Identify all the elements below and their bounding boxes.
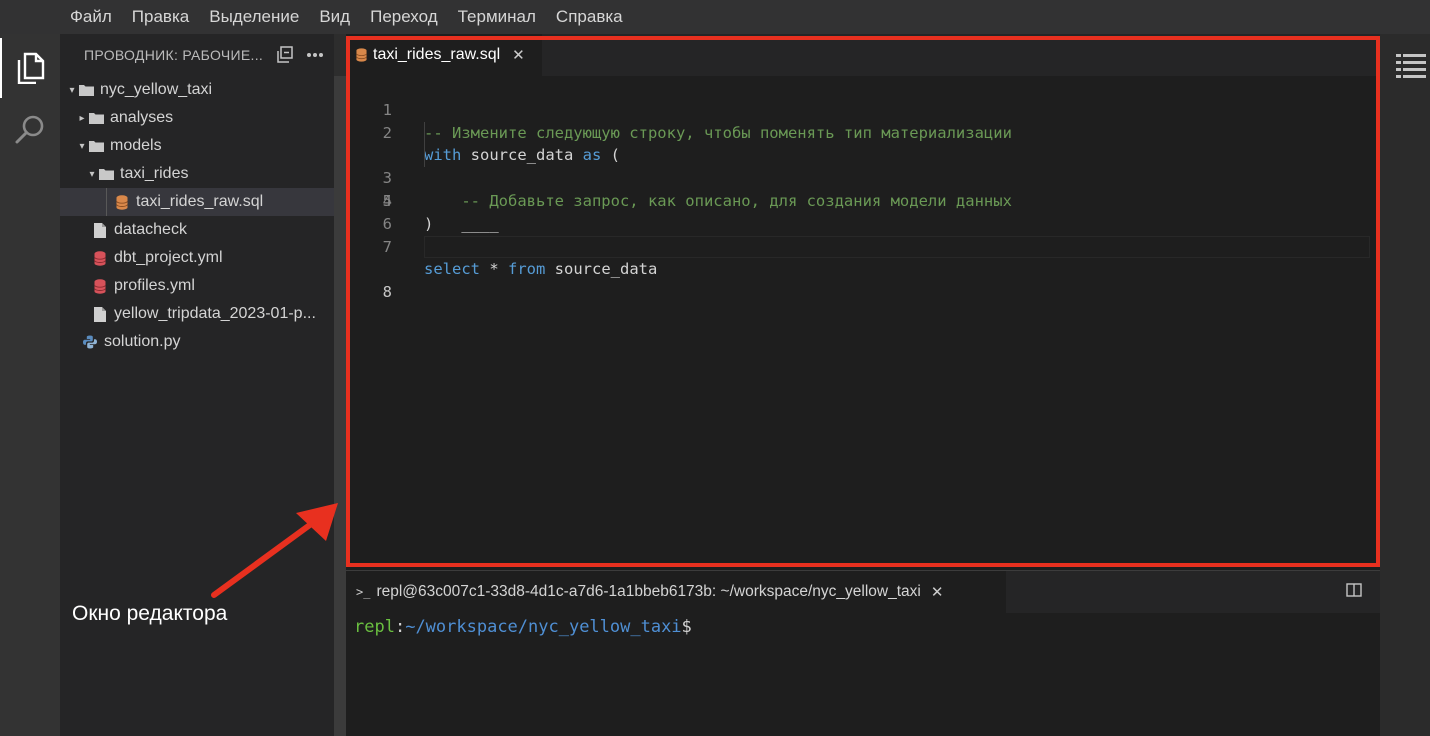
code-text: * (480, 260, 508, 279)
code-line: 3 -- Добавьте запрос, как описано, для с… (346, 121, 1380, 210)
right-strip (1380, 34, 1430, 736)
tree-item-label: nyc_yellow_taxi (100, 81, 213, 98)
collapse-all-icon[interactable] (274, 44, 296, 66)
tree-item-datacheck[interactable]: datacheck (60, 216, 334, 244)
more-actions-icon[interactable] (304, 44, 326, 66)
folder-icon (88, 110, 104, 126)
code-line: 7 select * from source_data (346, 213, 1380, 279)
activity-bar (0, 34, 60, 736)
menu-view[interactable]: Вид (309, 7, 360, 27)
editor-area: taxi_rides_raw.sql ✕ 1 -- Измените следу… (346, 34, 1380, 570)
terminal-panel: >_ repl@63c007c1-33d8-4d1c-a7d6-1a1bbeb6… (346, 570, 1380, 736)
database-file-icon (114, 194, 130, 210)
close-icon[interactable]: ✕ (512, 46, 525, 64)
tree-item-label: dbt_project.yml (114, 249, 223, 266)
folder-icon (98, 166, 114, 182)
code-line: 1 -- Измените следующую строку, чтобы по… (346, 76, 1380, 142)
minimap-icon[interactable] (1396, 54, 1426, 83)
chevron-right-icon: ▸ (79, 112, 85, 124)
terminal-icon: >_ (356, 585, 371, 599)
chevron-down-icon: ▾ (69, 84, 75, 96)
tree-item-label: taxi_rides (120, 165, 189, 182)
search-icon[interactable] (0, 100, 60, 160)
terminal-tab[interactable]: >_ repl@63c007c1-33d8-4d1c-a7d6-1a1bbeb6… (346, 571, 1006, 613)
line-number: 8 (382, 283, 392, 302)
indent-guide (424, 144, 425, 168)
tree-item-yellow-tripdata[interactable]: yellow_tripdata_2023-01-p... (60, 300, 334, 328)
code-line: 2 with source_data as ( (346, 99, 1380, 165)
terminal-tab-label: repl@63c007c1-33d8-4d1c-a7d6-1a1bbeb6173… (376, 583, 921, 600)
yml-file-icon (92, 250, 108, 266)
file-tree: ▾ nyc_yellow_taxi ▸ analyses ▾ models ▾ (60, 76, 334, 356)
file-icon (92, 222, 108, 238)
folder-icon (88, 138, 104, 154)
explorer-sidebar: ПРОВОДНИК: РАБОЧИЕ... ▾ nyc_yellow_taxi … (60, 34, 334, 736)
menu-go[interactable]: Переход (360, 7, 448, 27)
file-icon (92, 306, 108, 322)
annotation-arrow-icon (211, 503, 338, 598)
editor-tab-label: taxi_rides_raw.sql (373, 46, 501, 63)
menu-file[interactable]: Файл (60, 7, 122, 27)
current-line-highlight (424, 235, 1370, 259)
code-keyword: select (424, 260, 480, 279)
tree-item-label: analyses (110, 109, 174, 126)
terminal-prompt-path: ~/workspace/nyc_yellow_taxi (405, 617, 682, 637)
python-file-icon (82, 334, 98, 350)
terminal-output[interactable]: repl:~/workspace/nyc_yellow_taxi$ (354, 617, 692, 637)
chevron-down-icon: ▾ (89, 168, 95, 180)
terminal-tab-bar: >_ repl@63c007c1-33d8-4d1c-a7d6-1a1bbeb6… (346, 571, 1380, 613)
code-line: 6 (346, 190, 1380, 233)
tree-item-label: taxi_rides_raw.sql (136, 193, 264, 210)
tree-item-solution-py[interactable]: solution.py (60, 328, 334, 356)
terminal-prompt-user: repl (354, 617, 395, 637)
tree-item-taxi-rides[interactable]: ▾ taxi_rides (60, 160, 334, 188)
explorer-title: ПРОВОДНИК: РАБОЧИЕ... (84, 47, 264, 63)
annotation-label: Окно редактора (72, 602, 228, 625)
code-keyword: from (508, 260, 546, 279)
editor-tab-bar: taxi_rides_raw.sql ✕ (346, 34, 1380, 76)
menu-help[interactable]: Справка (546, 7, 633, 27)
sidebar-scrollbar-thumb[interactable] (334, 76, 346, 736)
code-editor[interactable]: 1 -- Измените следующую строку, чтобы по… (346, 76, 1380, 570)
terminal-prompt-end: $ (681, 617, 692, 637)
menu-terminal[interactable]: Терминал (448, 7, 546, 27)
tree-item-analyses[interactable]: ▸ analyses (60, 104, 334, 132)
tree-item-label: solution.py (104, 333, 181, 350)
code-line: 4 ____ (346, 144, 1380, 233)
editor-tab-taxi-rides-raw-sql[interactable]: taxi_rides_raw.sql ✕ (346, 34, 542, 76)
indent-guide (424, 121, 425, 145)
tree-item-label: models (110, 137, 162, 154)
sidebar-scrollbar[interactable] (334, 34, 346, 736)
code-line-current: 8 (346, 235, 1380, 301)
folder-icon (78, 82, 94, 98)
terminal-prompt-separator: : (394, 617, 406, 637)
code-text: source_data (545, 260, 658, 279)
tree-item-nyc-yellow-taxi[interactable]: ▾ nyc_yellow_taxi (60, 76, 334, 104)
explorer-header: ПРОВОДНИК: РАБОЧИЕ... (60, 34, 334, 76)
tree-item-dbt-project-yml[interactable]: dbt_project.yml (60, 244, 334, 272)
tree-item-label: yellow_tripdata_2023-01-p... (114, 305, 316, 322)
tree-item-models[interactable]: ▾ models (60, 132, 334, 160)
split-terminal-icon[interactable] (1346, 583, 1362, 602)
yml-file-icon (92, 278, 108, 294)
code-line: 5 ) (346, 167, 1380, 233)
files-icon[interactable] (0, 38, 60, 98)
tree-item-label: datacheck (114, 221, 187, 238)
indent-guide (106, 188, 107, 216)
tree-item-label: profiles.yml (114, 277, 195, 294)
database-file-icon (356, 48, 367, 62)
code-text: select * from source_data (424, 258, 657, 281)
tree-item-taxi-rides-raw-sql[interactable]: taxi_rides_raw.sql (60, 188, 334, 216)
menu-selection[interactable]: Выделение (199, 7, 309, 27)
tree-item-profiles-yml[interactable]: profiles.yml (60, 272, 334, 300)
chevron-down-icon: ▾ (79, 140, 85, 152)
menu-bar: Файл Правка Выделение Вид Переход Термин… (0, 0, 1430, 34)
close-icon[interactable]: ✕ (931, 583, 944, 601)
menu-edit[interactable]: Правка (122, 7, 199, 27)
